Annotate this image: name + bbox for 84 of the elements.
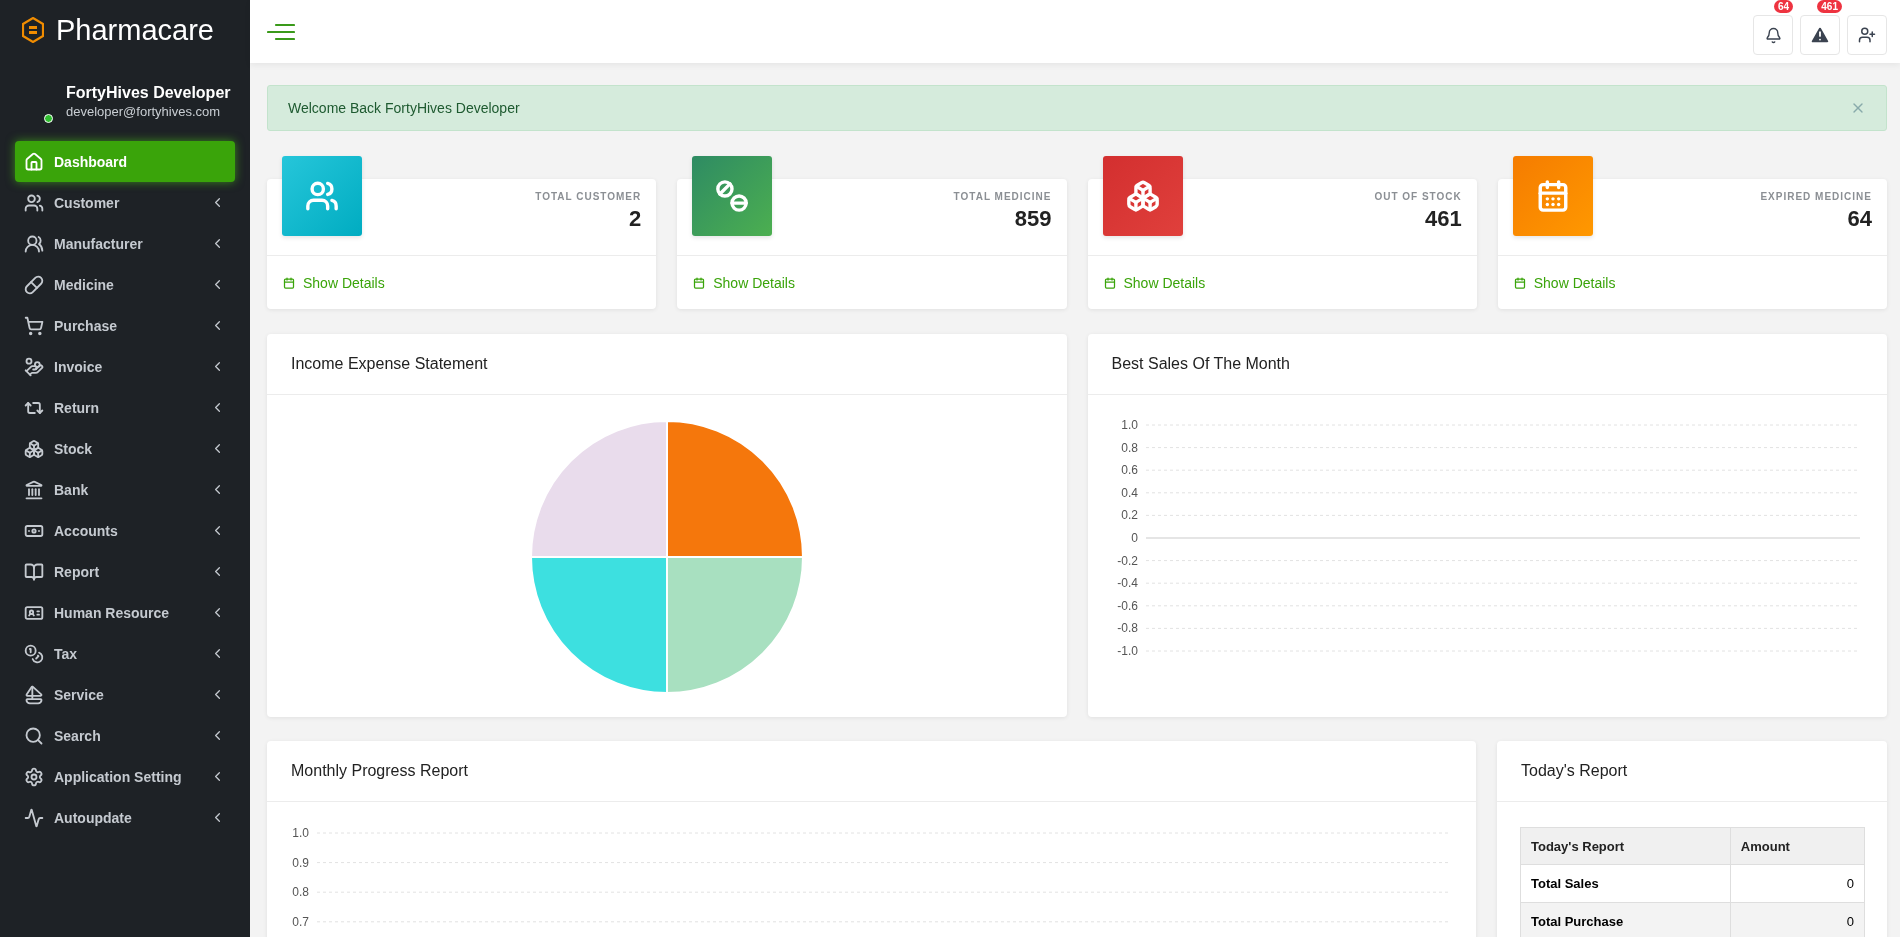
axis-tick-label: 0.4 xyxy=(1120,485,1138,500)
sidebar-item[interactable]: Purchase xyxy=(15,305,235,346)
notification-button[interactable] xyxy=(1753,15,1793,55)
sidebar-item[interactable]: Invoice xyxy=(15,346,235,387)
users-icon xyxy=(24,192,44,213)
axis-tick-label: 0.8 xyxy=(1120,440,1138,455)
column-header: Today's Report xyxy=(1520,827,1731,865)
sidebar-item[interactable]: Stock xyxy=(15,428,235,469)
sidebar-item[interactable]: Tax xyxy=(15,633,235,674)
bank-icon xyxy=(24,479,44,500)
pill-icon xyxy=(24,274,44,295)
sidebar-item[interactable]: Autoupdate xyxy=(15,797,235,838)
search-icon xyxy=(24,725,44,746)
cart-icon xyxy=(24,315,44,336)
calendar-icon xyxy=(1513,276,1526,289)
users-icon xyxy=(305,179,339,213)
axis-tick-label: 0.6 xyxy=(1120,463,1138,478)
house-icon xyxy=(24,151,44,172)
warning-icon xyxy=(1809,24,1831,46)
sidebar-item[interactable]: Accounts xyxy=(15,510,235,551)
hand-coin-icon xyxy=(24,356,44,377)
axis-tick-label: 0 xyxy=(1130,531,1138,545)
axis-tick-label: -0.6 xyxy=(1116,598,1138,613)
table-cell: 0 xyxy=(1730,902,1865,937)
bell-icon xyxy=(1764,26,1782,44)
add-user-button[interactable] xyxy=(1847,15,1887,55)
table-cell: 0 xyxy=(1730,864,1865,903)
panel-title: Best Sales Of The Month xyxy=(1111,355,1290,373)
menu-icon xyxy=(267,22,295,41)
users-icon xyxy=(24,233,44,254)
axis-tick-label: 1.0 xyxy=(1120,418,1138,432)
brand-name: Pharmacare xyxy=(56,13,214,47)
panel-title: Income Expense Statement xyxy=(291,355,488,373)
panel-title: Monthly Progress Report xyxy=(291,762,468,780)
sidebar-item[interactable]: Medicine xyxy=(15,264,235,305)
table-cell: Total Purchase xyxy=(1520,902,1731,937)
sailboat-icon xyxy=(24,684,44,705)
sidebar-item[interactable]: Human Resource xyxy=(15,592,235,633)
user-plus-icon xyxy=(1858,26,1876,44)
sidebar-item[interactable]: Bank xyxy=(15,469,235,510)
sidebar-item[interactable]: Service xyxy=(15,674,235,715)
axis-tick-label: 0.2 xyxy=(1120,508,1138,523)
table-cell: Total Sales xyxy=(1520,864,1731,903)
panel-title: Today's Report xyxy=(1521,762,1628,780)
calendar-icon xyxy=(1103,276,1116,289)
sidebar-item[interactable]: Customer xyxy=(15,182,235,223)
user-email: developer@fortyhives.com xyxy=(66,104,222,119)
stat-label: TOTAL CUSTOMER xyxy=(535,191,642,202)
sidebar-item[interactable]: Return xyxy=(15,387,235,428)
calendar-icon xyxy=(283,276,295,289)
book-icon xyxy=(24,561,44,582)
axis-tick-label: 0.8 xyxy=(292,885,309,900)
sidebar-item[interactable]: Search xyxy=(15,715,235,756)
alert-message: Welcome Back FortyHives Developer xyxy=(288,100,520,116)
stat-label: EXPIRED MEDICINE xyxy=(1760,191,1872,202)
axis-tick-label: 0.9 xyxy=(292,855,309,870)
sidebar-item[interactable]: Application Setting xyxy=(15,756,235,797)
axis-tick-label: -0.4 xyxy=(1116,576,1138,591)
coins-icon xyxy=(24,643,44,664)
axis-tick-label: -0.2 xyxy=(1116,553,1138,568)
alert-count: 461 xyxy=(1817,0,1842,13)
calendar-icon xyxy=(693,276,706,289)
axis-tick-label: 1.0 xyxy=(292,826,309,840)
stat-label: TOTAL MEDICINE xyxy=(953,191,1052,202)
hexagon-logo-icon xyxy=(22,17,44,43)
axis-tick-label: 0.7 xyxy=(292,914,309,929)
stat-value: 64 xyxy=(1847,206,1872,232)
notification-count: 64 xyxy=(1773,0,1793,13)
stat-value: 461 xyxy=(1425,206,1462,232)
axis-tick-label: -0.8 xyxy=(1116,621,1138,636)
user-name: FortyHives Developer xyxy=(66,84,231,102)
stat-value: 2 xyxy=(629,206,642,232)
column-header: Amount xyxy=(1730,827,1865,865)
boxes-icon xyxy=(1125,179,1160,213)
sidebar-item[interactable]: Report xyxy=(15,551,235,592)
alert-button[interactable] xyxy=(1800,15,1840,55)
boxes-icon xyxy=(24,438,44,459)
stat-label: OUT OF STOCK xyxy=(1374,191,1462,202)
stat-value: 859 xyxy=(1014,206,1052,232)
activity-icon xyxy=(24,807,44,828)
pills-icon xyxy=(715,179,750,213)
sidebar-item[interactable]: Manufacturer xyxy=(15,223,235,264)
axis-tick-label: -1.0 xyxy=(1116,644,1138,658)
settings-icon xyxy=(24,766,44,787)
